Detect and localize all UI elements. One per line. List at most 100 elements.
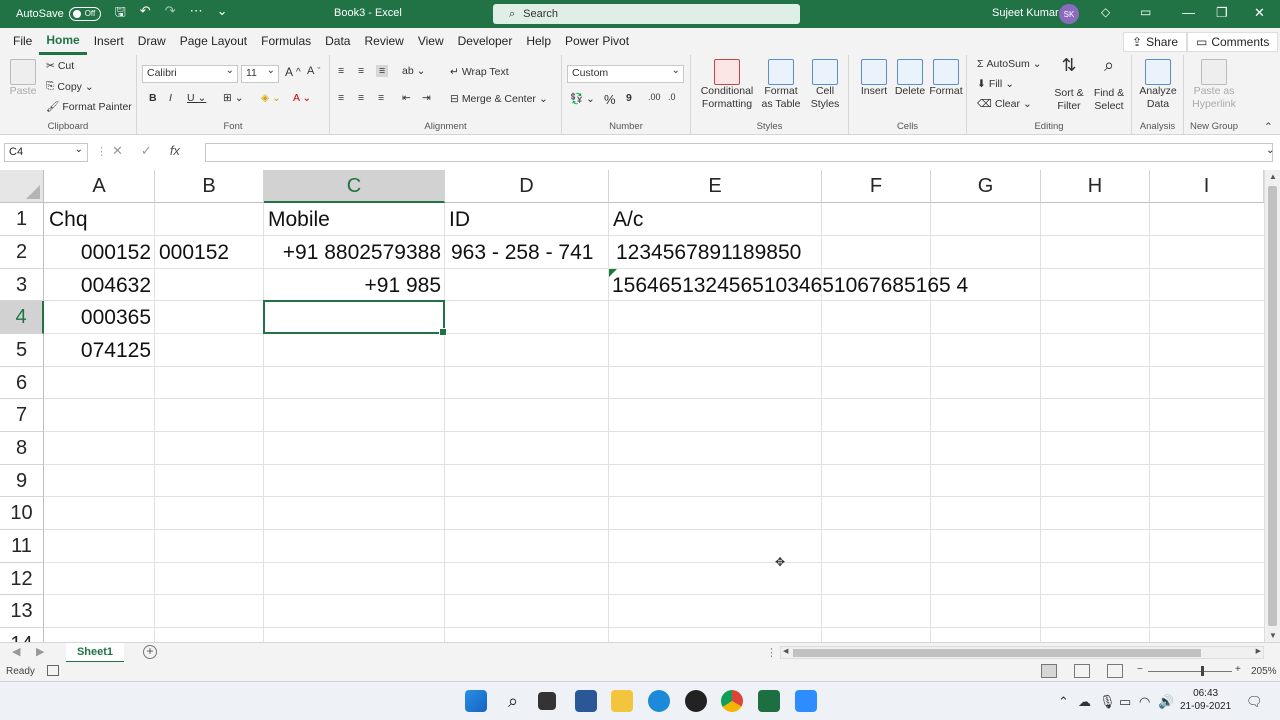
cell-a2[interactable]: 000152 [44,236,151,269]
tab-draw[interactable]: Draw [131,28,173,55]
wifi-icon[interactable]: ◠ [1139,694,1150,710]
row-header-12[interactable]: 12 [0,563,44,595]
font-family-select[interactable]: Calibri [142,65,238,83]
horizontal-scroll-thumb[interactable] [793,649,1201,657]
comma-icon[interactable]: 9 [626,92,632,104]
align-left-icon[interactable]: ≡ [338,92,344,104]
row-header-3[interactable]: 3 [0,269,44,301]
task-view-icon[interactable] [538,692,556,710]
zoom-out-icon[interactable]: − [1137,664,1143,675]
row-header-14[interactable]: 14 [0,628,44,642]
tab-home[interactable]: Home [39,28,87,55]
page-layout-view-icon[interactable] [1074,664,1090,678]
tab-developer[interactable]: Developer [451,28,520,55]
cell-a3[interactable]: 004632 [44,269,151,302]
increase-decimal-icon[interactable]: .00 [648,92,661,102]
autosum-button[interactable]: Σ AutoSum ⌄ [977,58,1042,70]
customize-qat-icon[interactable]: ⌄ [217,3,228,25]
row-header-9[interactable]: 9 [0,465,44,497]
zoom-in-icon[interactable]: + [1235,664,1241,675]
format-as-table-button[interactable]: Format as Table [759,59,803,111]
sheet-next-icon[interactable]: ▶ [36,645,44,658]
sheet-tab-sheet1[interactable]: Sheet1 [66,643,124,663]
cell-a4[interactable]: 000365 [44,301,151,334]
font-color-icon[interactable]: A ⌄ [293,92,311,104]
windows-start-icon[interactable] [465,690,487,712]
bold-icon[interactable]: B [149,92,157,104]
error-indicator-icon[interactable] [609,269,617,277]
zoom-slider[interactable] [1148,671,1232,672]
user-name[interactable]: Sujeet Kumar [992,7,1059,19]
name-box[interactable]: C4 [4,143,88,162]
row-header-8[interactable]: 8 [0,432,44,465]
row-header-2[interactable]: 2 [0,236,44,269]
conditional-formatting-button[interactable]: Conditional Formatting [699,59,755,111]
column-header-c[interactable]: C [264,170,445,203]
row-header-11[interactable]: 11 [0,530,44,563]
vertical-scrollbar[interactable]: ▲ ▼ [1264,170,1280,642]
excel-icon[interactable] [758,690,780,712]
active-cell-selection[interactable] [263,300,447,336]
wrap-text-button[interactable]: ↵ Wrap Text [450,66,509,78]
increase-font-icon[interactable]: A ^ [285,65,301,79]
tab-insert[interactable]: Insert [87,28,131,55]
page-break-view-icon[interactable] [1107,664,1123,678]
zoom-level[interactable]: 205% [1251,666,1277,677]
share-button[interactable]: ⇪ Share [1123,32,1188,52]
obs-icon[interactable] [685,690,707,712]
column-header-d[interactable]: D [445,170,609,203]
horizontal-scrollbar[interactable]: ◀ ▶ [780,646,1264,659]
align-center-icon[interactable]: ≡ [358,92,364,104]
volume-icon[interactable]: 🔊 [1158,694,1174,710]
align-bottom-icon[interactable]: ≡ [376,65,389,77]
paste-button[interactable]: Paste [8,59,38,98]
column-header-i[interactable]: I [1150,170,1264,203]
cloud-icon[interactable]: ☁ [1078,694,1091,710]
column-header-b[interactable]: B [155,170,264,203]
cell-c2[interactable]: +91 8802579388 [264,236,441,269]
chrome-icon[interactable] [721,690,743,712]
cell-c1[interactable]: Mobile [268,203,330,236]
vertical-scroll-thumb[interactable] [1268,186,1277,626]
scroll-down-icon[interactable]: ▼ [1269,631,1277,640]
zoom-slider-knob[interactable] [1201,666,1204,676]
macro-record-icon[interactable] [47,665,59,676]
align-middle-icon[interactable]: ≡ [358,65,364,77]
cell-e1[interactable]: A/c [613,203,643,236]
borders-icon[interactable]: ⋯ [190,3,203,25]
column-header-f[interactable]: F [822,170,931,203]
battery-icon[interactable]: ▭ [1119,694,1131,710]
row-header-13[interactable]: 13 [0,595,44,628]
tab-review[interactable]: Review [357,28,410,55]
cell-e2[interactable]: 1234567891189850 [616,236,801,269]
column-header-h[interactable]: H [1041,170,1150,203]
row-header-6[interactable]: 6 [0,367,44,399]
italic-icon[interactable]: I [169,92,172,104]
clear-button[interactable]: ⌫ Clear ⌄ [977,98,1032,110]
percent-icon[interactable]: % [604,92,616,107]
cell-d1[interactable]: ID [449,203,470,236]
cell-a5[interactable]: 074125 [44,334,151,367]
fill-color-icon[interactable]: ◈ ⌄ [261,92,281,104]
maximize-icon[interactable]: ❐ [1216,5,1228,21]
tray-overflow-icon[interactable]: ⌃ [1058,694,1069,710]
fill-button[interactable]: ⬇ Fill ⌄ [977,78,1014,90]
add-sheet-icon[interactable]: + [143,645,157,659]
save-icon[interactable]: 🖫 [115,3,126,25]
font-size-select[interactable]: 11 [241,65,279,83]
decrease-indent-icon[interactable]: ⇤ [402,92,411,104]
format-cells-button[interactable]: Format [927,59,965,98]
cut-button[interactable]: ✂ Cut [46,60,74,72]
search-icon[interactable]: ⌕ [502,690,524,712]
column-header-g[interactable]: G [931,170,1041,203]
cell-c3[interactable]: +91 985 [264,269,442,302]
cell-styles-button[interactable]: Cell Styles [805,59,845,111]
tab-page-layout[interactable]: Page Layout [173,28,254,55]
row-header-10[interactable]: 10 [0,497,44,530]
cell-a1[interactable]: Chq [49,203,88,236]
sort-filter-button[interactable]: ⇅ Sort & Filter [1051,56,1087,113]
decrease-decimal-icon[interactable]: .0 [668,92,676,102]
undo-icon[interactable]: ↶ [140,3,151,25]
close-icon[interactable]: ✕ [1254,5,1265,21]
format-painter-button[interactable]: 🖌 Format Painter [46,100,132,114]
